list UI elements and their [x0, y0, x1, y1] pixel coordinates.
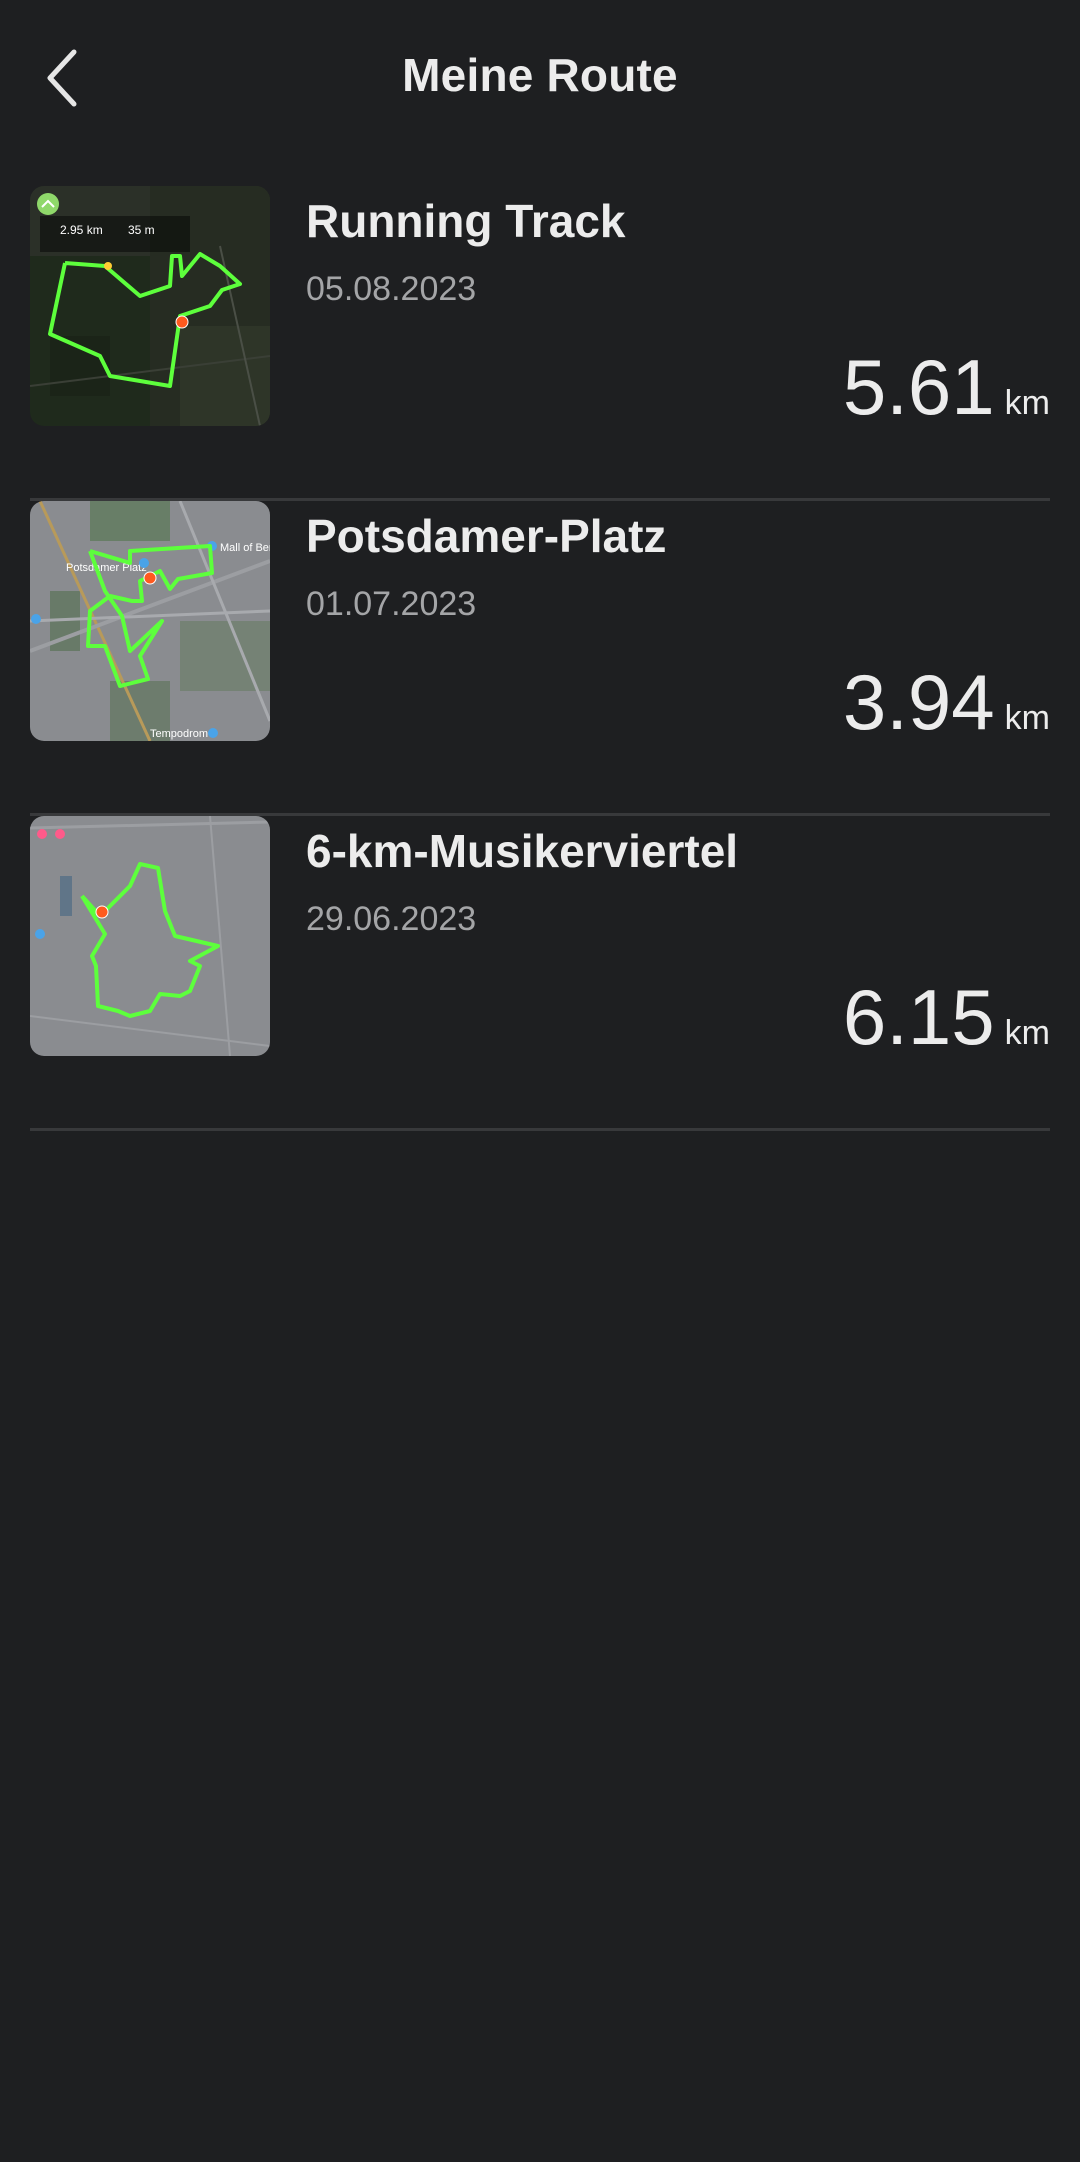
route-list: 2.95 km 35 m Running Track 05.08.2023 5.… — [30, 186, 1050, 1131]
route-map-thumbnail — [30, 816, 270, 1056]
route-name: Running Track — [306, 195, 626, 247]
distance-value: 6.15 — [842, 973, 995, 1061]
map-stat-elevation: 35 m — [128, 223, 155, 237]
distance-unit: km — [1004, 384, 1050, 422]
route-date: 29.06.2023 — [306, 900, 477, 938]
route-distance: 3.94 km — [843, 657, 1050, 748]
route-map-thumbnail: Potsdamer Platz Mall of Berlin Tempodrom — [30, 501, 270, 741]
divider — [30, 1128, 1050, 1131]
route-item-potsdamer-platz[interactable]: Potsdamer Platz Mall of Berlin Tempodrom… — [30, 501, 1050, 816]
route-item-running-track[interactable]: 2.95 km 35 m Running Track 05.08.2023 5.… — [30, 186, 1050, 501]
route-date: 05.08.2023 — [306, 270, 477, 308]
route-name: Potsdamer-Platz — [306, 510, 667, 562]
route-distance: 6.15 km — [843, 972, 1050, 1063]
map-label-tempodrom: Tempodrom — [150, 728, 208, 740]
route-date: 01.07.2023 — [306, 585, 477, 623]
route-map-thumbnail: 2.95 km 35 m — [30, 186, 270, 426]
map-label-place: Potsdamer Platz — [66, 562, 147, 574]
route-item-musikerviertel[interactable]: 6-km-Musikerviertel 29.06.2023 6.15 km — [30, 816, 1050, 1131]
distance-unit: km — [1004, 1014, 1050, 1052]
header: Meine Route — [0, 0, 1080, 160]
page-title: Meine Route — [402, 49, 678, 101]
distance-unit: km — [1004, 699, 1050, 737]
route-name: 6-km-Musikerviertel — [306, 825, 739, 877]
map-label-mall: Mall of Berlin — [220, 542, 270, 554]
distance-value: 3.94 — [842, 658, 995, 746]
map-stat-distance: 2.95 km — [60, 223, 103, 237]
route-distance: 5.61 km — [843, 342, 1050, 433]
distance-value: 5.61 — [842, 343, 995, 431]
